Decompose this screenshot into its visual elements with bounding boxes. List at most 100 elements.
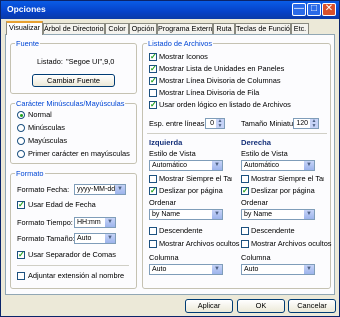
mostrar-unidades-label: Mostrar Lista de Unidades en Paneles (159, 64, 285, 73)
case-normal-radio[interactable] (17, 111, 25, 119)
chevron-down-icon: ▼ (115, 185, 125, 194)
der-deslizar-label: Deslizar por página (251, 186, 315, 195)
der-estilo-value: Automático (244, 162, 280, 169)
case-primer-caracter-radio[interactable] (17, 150, 25, 158)
listado-font-label: Listado: (37, 57, 63, 66)
izquierda-header: Izquierda (149, 138, 183, 147)
der-columna-value: Auto (244, 266, 259, 273)
adjuntar-extension-label: Adjuntar extensión al nombre (28, 271, 125, 280)
izq-ocultos-checkbox[interactable] (149, 240, 157, 248)
der-descendente-label: Descendente (251, 226, 295, 235)
der-mostrar-tamano-label: Mostrar Siempre el Tamaño (251, 174, 324, 183)
izq-estilo-value: Automático (152, 162, 188, 169)
chevron-down-icon: ▼ (304, 210, 314, 219)
case-group-title: Carácter Minúsculas/Mayúsculas (15, 99, 126, 108)
esp-lineas-spinner[interactable]: 0 ▲ ▼ (205, 118, 225, 129)
formato-tamano-value: Auto (77, 235, 92, 242)
spin-arrows-icon[interactable]: ▲ ▼ (216, 119, 224, 128)
fuente-group: Fuente Listado: "Segoe UI",9,0 Cambiar F… (10, 39, 137, 94)
orden-logico-checkbox[interactable]: ✓ (149, 101, 157, 109)
izq-deslizar-checkbox[interactable]: ✓ (149, 187, 157, 195)
window-title: Opciones (7, 4, 46, 14)
der-columna-label: Columna (241, 253, 271, 262)
usar-edad-checkbox[interactable]: ✓ (17, 201, 25, 209)
maximize-button[interactable]: □ (307, 3, 321, 16)
izq-columna-label: Columna (149, 253, 179, 262)
minimize-button[interactable]: — (292, 3, 306, 16)
esp-lineas-label: Esp. entre líneas: (149, 119, 207, 128)
mostrar-unidades-checkbox[interactable]: ✓ (149, 65, 157, 73)
tab-programa-externo[interactable]: Programa Externo (157, 23, 213, 34)
usar-separador-checkbox[interactable]: ✓ (17, 251, 25, 259)
title-bar[interactable]: Opciones — □ ✕ (1, 1, 339, 19)
change-font-button[interactable]: Cambiar Fuente (32, 74, 115, 87)
der-estilo-dropdown[interactable]: Automático ▼ (241, 160, 315, 171)
izq-columna-dropdown[interactable]: Auto ▼ (149, 264, 223, 275)
mostrar-iconos-label: Mostrar Iconos (159, 52, 208, 61)
apply-button[interactable]: Aplicar (185, 299, 233, 313)
chevron-down-icon: ▼ (304, 265, 314, 274)
esp-lineas-value: 0 (210, 120, 214, 127)
formato-fecha-dropdown[interactable]: yyyy-MM-dd ▼ (74, 184, 126, 195)
linea-fila-label: Mostrar Línea Divisoria de Fila (159, 88, 260, 97)
izq-ordenar-dropdown[interactable]: by Name ▼ (149, 209, 223, 220)
izq-deslizar-label: Deslizar por página (159, 186, 223, 195)
izq-descendente-checkbox[interactable] (149, 227, 157, 235)
spin-arrows-icon[interactable]: ▲ ▼ (310, 119, 318, 128)
der-columna-dropdown[interactable]: Auto ▼ (241, 264, 315, 275)
fuente-group-title: Fuente (15, 39, 41, 48)
formato-tiempo-dropdown[interactable]: HH:mm ▼ (74, 217, 116, 228)
chevron-down-icon: ▼ (212, 210, 222, 219)
chevron-down-icon: ▼ (105, 234, 115, 243)
der-ocultos-label: Mostrar Archivos ocultos (251, 239, 332, 248)
der-mostrar-tamano-checkbox[interactable] (241, 175, 249, 183)
orden-logico-label: Usar orden lógico en listado de Archivos (159, 100, 291, 109)
listado-archivos-title: Listado de Archivos (147, 39, 214, 48)
case-normal-label: Normal (28, 110, 52, 119)
tab-ruta[interactable]: Ruta (213, 23, 235, 34)
derecha-header: Derecha (241, 138, 271, 147)
der-descendente-checkbox[interactable] (241, 227, 249, 235)
listado-archivos-group: Listado de Archivos ✓ Mostrar Iconos ✓ M… (142, 39, 332, 289)
linea-columnas-checkbox[interactable]: ✓ (149, 77, 157, 85)
listado-font-value: "Segoe UI",9,0 (66, 57, 115, 66)
formato-tamano-label: Formato Tamaño: (17, 234, 75, 243)
adjuntar-extension-checkbox[interactable] (17, 272, 25, 280)
izq-estilo-dropdown[interactable]: Automático ▼ (149, 160, 223, 171)
der-ordenar-label: Ordenar (241, 198, 269, 207)
der-ocultos-checkbox[interactable] (241, 240, 249, 248)
tab-teclas-funcion[interactable]: Teclas de Función (235, 23, 291, 34)
formato-tiempo-value: HH:mm (77, 219, 101, 226)
formato-tiempo-label: Formato Tiempo: (17, 218, 73, 227)
izq-columna-value: Auto (152, 266, 167, 273)
tab-color[interactable]: Color (105, 23, 129, 34)
izq-mostrar-tamano-checkbox[interactable] (149, 175, 157, 183)
case-minusculas-label: Minúsculas (28, 123, 65, 132)
formato-tamano-dropdown[interactable]: Auto ▼ (74, 233, 116, 244)
formato-group-title: Formato (15, 169, 45, 178)
der-estilo-label: Estilo de Vista (241, 149, 288, 158)
usar-separador-label: Usar Separador de Comas (28, 250, 116, 259)
options-window: Opciones — □ ✕ Visualizar Árbol de Direc… (0, 0, 340, 317)
tab-opcion[interactable]: Opción (129, 23, 157, 34)
mostrar-iconos-checkbox[interactable]: ✓ (149, 53, 157, 61)
ok-button[interactable]: OK (237, 299, 285, 313)
der-deslizar-checkbox[interactable]: ✓ (241, 187, 249, 195)
formato-group: Formato Formato Fecha: yyyy-MM-dd ▼ ✓ Us… (10, 169, 137, 289)
der-ordenar-value: by Name (244, 211, 273, 218)
chevron-down-icon: ▼ (304, 161, 314, 170)
izq-estilo-label: Estilo de Vista (149, 149, 196, 158)
tab-etc[interactable]: Etc. (291, 23, 309, 34)
case-mayusculas-radio[interactable] (17, 137, 25, 145)
case-minusculas-radio[interactable] (17, 124, 25, 132)
tab-visualizar[interactable]: Visualizar (6, 21, 43, 35)
close-button[interactable]: ✕ (322, 3, 336, 16)
miniatura-value: 120 (296, 120, 308, 127)
chevron-down-icon: ▼ (212, 161, 222, 170)
der-ordenar-dropdown[interactable]: by Name ▼ (241, 209, 315, 220)
miniatura-spinner[interactable]: 120 ▲ ▼ (293, 118, 319, 129)
linea-fila-checkbox[interactable] (149, 89, 157, 97)
case-mayusculas-label: Mayúsculas (28, 136, 68, 145)
cancel-button[interactable]: Cancelar (288, 299, 336, 313)
tab-arbol-directorios[interactable]: Árbol de Directorios (43, 23, 105, 34)
